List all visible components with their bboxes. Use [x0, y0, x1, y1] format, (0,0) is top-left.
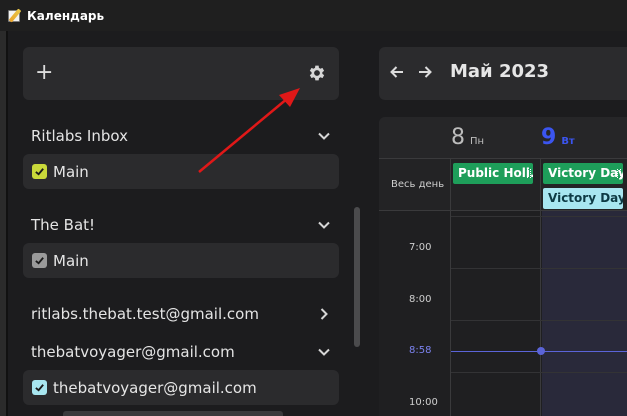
- chevron-down-icon[interactable]: [317, 129, 331, 143]
- hour-line: [451, 216, 627, 217]
- day-header-tuesday[interactable]: 9 Вт: [541, 125, 575, 150]
- calendar-name: thebatvoyager@gmail.com: [53, 378, 257, 397]
- event-title: Public Holi...: [458, 166, 533, 180]
- chevron-right-icon[interactable]: [317, 307, 331, 321]
- account-name: The Bat!: [31, 216, 96, 234]
- day-number: 9: [541, 125, 557, 150]
- account-section-the-bat[interactable]: The Bat!: [23, 210, 339, 240]
- title-bar: Календарь: [0, 0, 627, 31]
- calendar-header: Май 2023: [379, 47, 627, 100]
- all-day-row: Весь день Public Holi... Victory Day Vic…: [379, 158, 627, 212]
- all-day-label: Весь день: [391, 179, 445, 190]
- time-label: 7:00: [409, 242, 432, 253]
- day-header-row: 8 Пн 9 Вт: [379, 117, 627, 158]
- window-title: Календарь: [27, 8, 105, 23]
- check-icon: [35, 384, 44, 392]
- sidebar-bottom-panel: [63, 411, 283, 416]
- calendar-item-thebat-main[interactable]: Main: [23, 243, 339, 278]
- time-grid: 7:00 8:00 10:00 8:58: [379, 211, 627, 416]
- calendar-item-ritlabs-main[interactable]: Main: [23, 154, 339, 189]
- calendar-checkbox[interactable]: [32, 380, 47, 395]
- day-header-monday[interactable]: 8 Пн: [451, 125, 484, 150]
- event-victory-day[interactable]: Victory Day: [543, 163, 623, 184]
- sidebar-scrollbar[interactable]: [354, 207, 360, 347]
- event-victory-day-voyager[interactable]: Victory Day: [543, 188, 623, 209]
- arrow-right-icon[interactable]: [417, 64, 433, 80]
- drag-handle-icon[interactable]: [527, 169, 531, 178]
- calendar-item-thebatvoyager[interactable]: thebatvoyager@gmail.com: [23, 370, 339, 405]
- chevron-down-icon[interactable]: [317, 218, 331, 232]
- sidebar-toolbar: +: [23, 47, 339, 100]
- column-divider: [450, 159, 451, 212]
- current-time-dot: [537, 347, 545, 355]
- week-grid: 8 Пн 9 Вт Весь день Public Holi... Victo…: [379, 117, 627, 416]
- time-label: 10:00: [409, 397, 438, 408]
- calendar-checkbox[interactable]: [32, 164, 47, 179]
- day-name: Вт: [561, 136, 575, 147]
- calendar-checkbox[interactable]: [32, 253, 47, 268]
- column-divider: [540, 211, 541, 416]
- month-title: Май 2023: [450, 61, 550, 82]
- current-time-label: 8:58: [409, 345, 432, 356]
- account-name: thebatvoyager@gmail.com: [31, 343, 235, 361]
- account-name: Ritlabs Inbox: [31, 127, 128, 145]
- calendar-pane: Май 2023 8 Пн 9 Вт Весь день Public Holi…: [372, 31, 627, 416]
- hour-line: [451, 320, 627, 321]
- account-section-ritlabs-inbox[interactable]: Ritlabs Inbox: [23, 121, 339, 151]
- column-divider: [540, 159, 541, 212]
- event-public-holiday[interactable]: Public Holi...: [453, 163, 533, 184]
- hour-line: [451, 268, 627, 269]
- drag-handle-icon[interactable]: [617, 169, 621, 178]
- calendar-name: Main: [53, 162, 89, 181]
- day-number: 8: [451, 125, 465, 150]
- app-logo-icon: [7, 8, 22, 23]
- event-title: Victory Day: [548, 166, 623, 180]
- column-divider: [450, 211, 451, 416]
- account-section-thebatvoyager[interactable]: thebatvoyager@gmail.com: [23, 337, 339, 367]
- settings-gear-icon[interactable]: [307, 63, 327, 83]
- day-name: Пн: [470, 136, 485, 147]
- chevron-down-icon[interactable]: [317, 345, 331, 359]
- hour-line: [451, 372, 627, 373]
- account-name: ritlabs.thebat.test@gmail.com: [31, 305, 259, 323]
- arrow-left-icon[interactable]: [389, 64, 405, 80]
- event-title: Victory Day: [548, 191, 623, 205]
- sidebar: + Ritlabs Inbox Main The Bat! Main ritla…: [8, 31, 360, 416]
- time-label: 8:00: [409, 294, 432, 305]
- today-column[interactable]: [542, 211, 627, 416]
- add-calendar-button[interactable]: +: [35, 59, 53, 87]
- check-icon: [35, 257, 44, 265]
- check-icon: [35, 168, 44, 176]
- account-section-ritlabs-test[interactable]: ritlabs.thebat.test@gmail.com: [23, 299, 339, 329]
- calendar-name: Main: [53, 251, 89, 270]
